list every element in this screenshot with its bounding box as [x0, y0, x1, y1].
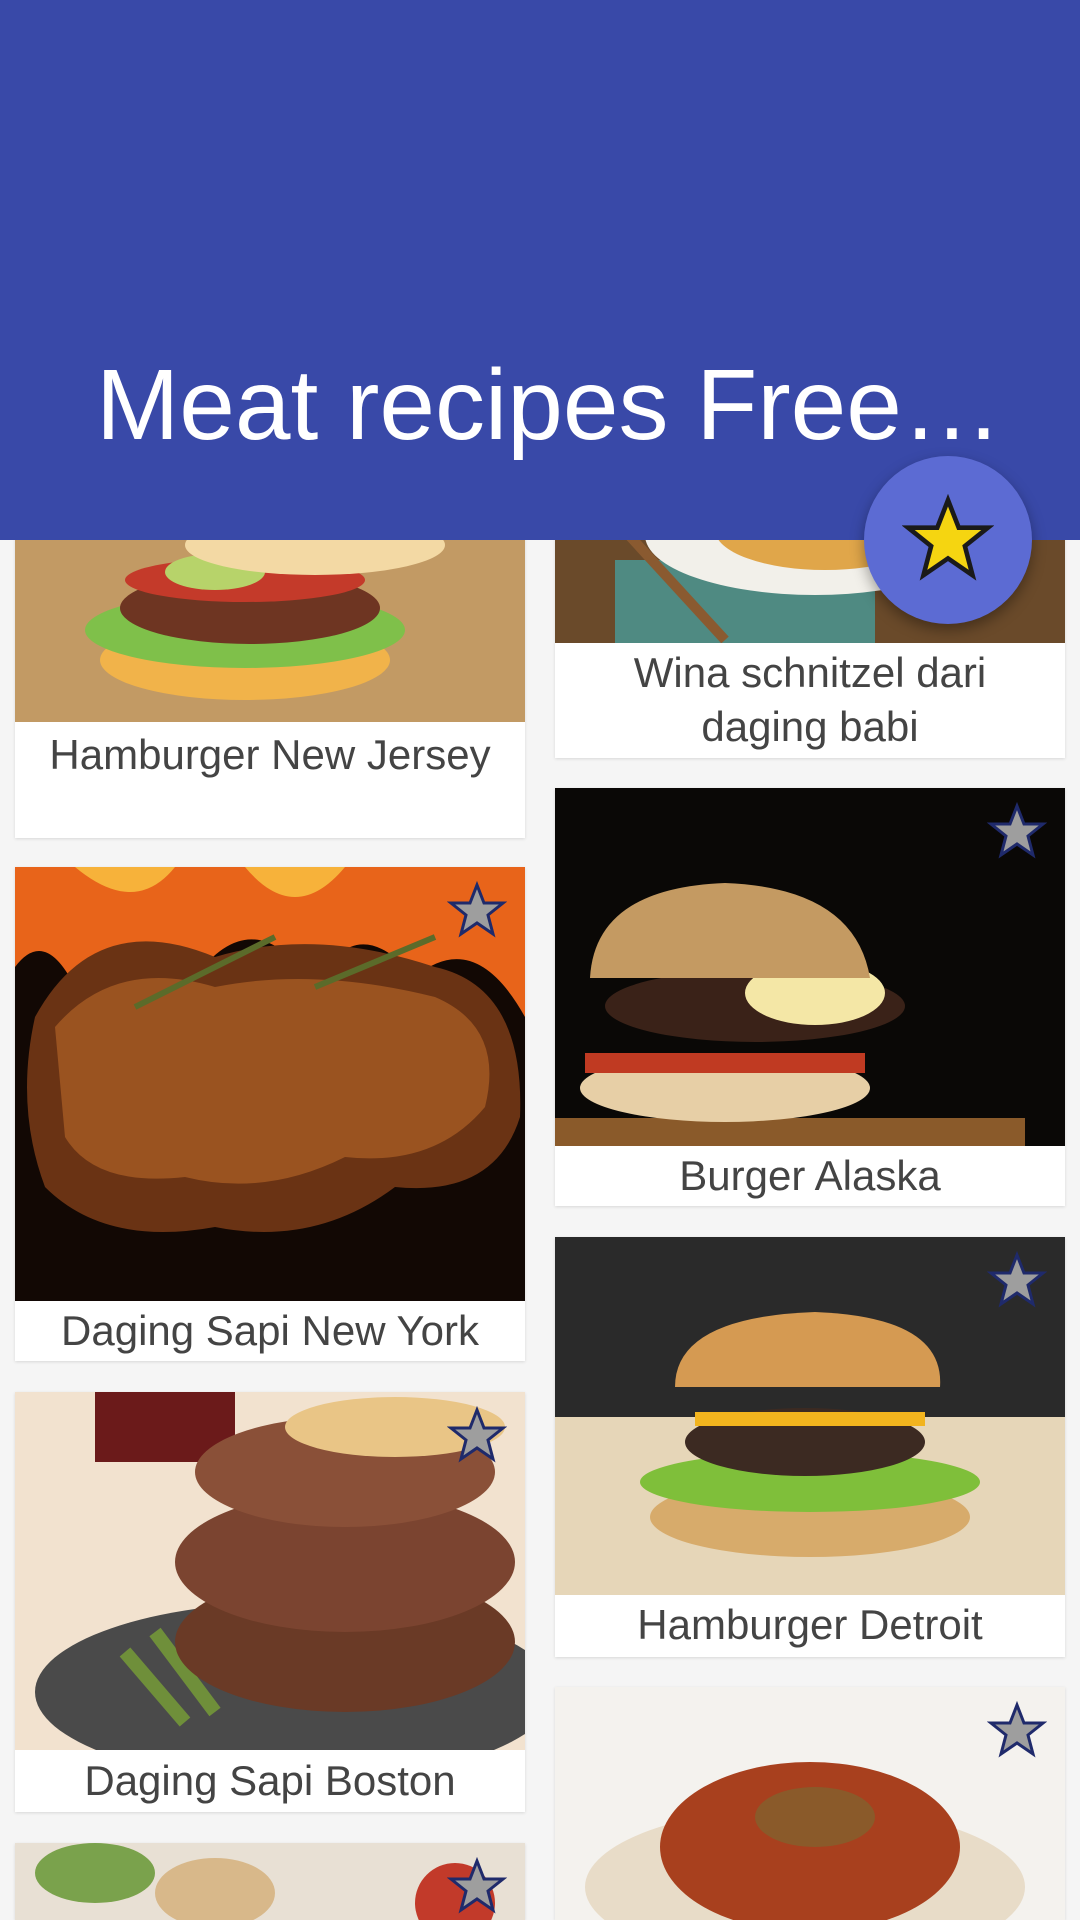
- recipe-card-burger-alaska[interactable]: Burger Alaska: [555, 788, 1065, 1206]
- favorite-star-icon[interactable]: [987, 1251, 1047, 1311]
- favorites-fab-button[interactable]: [864, 456, 1032, 624]
- app-bar: Meat recipes Free…: [0, 0, 1080, 540]
- recipe-card-daging-sapi-boston[interactable]: Daging Sapi Boston: [15, 1392, 525, 1812]
- recipe-card-hamburger-new-jersey[interactable]: Hamburger New Jersey: [15, 500, 525, 838]
- favorite-star-icon[interactable]: [987, 1701, 1047, 1761]
- recipe-card-partial[interactable]: [555, 1687, 1065, 1920]
- recipe-card-hamburger-detroit[interactable]: Hamburger Detroit: [555, 1237, 1065, 1657]
- page-title: Meat recipes Free…: [96, 349, 996, 461]
- hamburger-detroit-image: [555, 1237, 1065, 1595]
- recipe-title: Burger Alaska: [679, 1152, 941, 1199]
- recipe-image: [15, 1843, 525, 1920]
- favorite-star-icon[interactable]: [447, 881, 507, 941]
- favorite-star-icon[interactable]: [987, 802, 1047, 862]
- recipe-card-partial[interactable]: [15, 1843, 525, 1920]
- favorite-star-icon[interactable]: [447, 1857, 507, 1917]
- favorite-star-icon[interactable]: [447, 1406, 507, 1466]
- recipe-title: Wina schnitzel dari daging babi: [633, 649, 987, 750]
- recipe-title: Hamburger New Jersey: [49, 731, 491, 778]
- recipe-image: [555, 1687, 1065, 1920]
- daging-sapi-boston-image: [15, 1392, 525, 1750]
- star-icon: [902, 494, 994, 586]
- recipe-card-daging-sapi-new-york[interactable]: Daging Sapi New York: [15, 867, 525, 1361]
- recipe-title: Daging Sapi Boston: [84, 1757, 456, 1804]
- burger-alaska-image: [555, 788, 1065, 1146]
- daging-sapi-new-york-image: [15, 867, 525, 1301]
- recipe-title: Daging Sapi New York: [61, 1307, 479, 1354]
- recipe-title: Hamburger Detroit: [637, 1601, 983, 1648]
